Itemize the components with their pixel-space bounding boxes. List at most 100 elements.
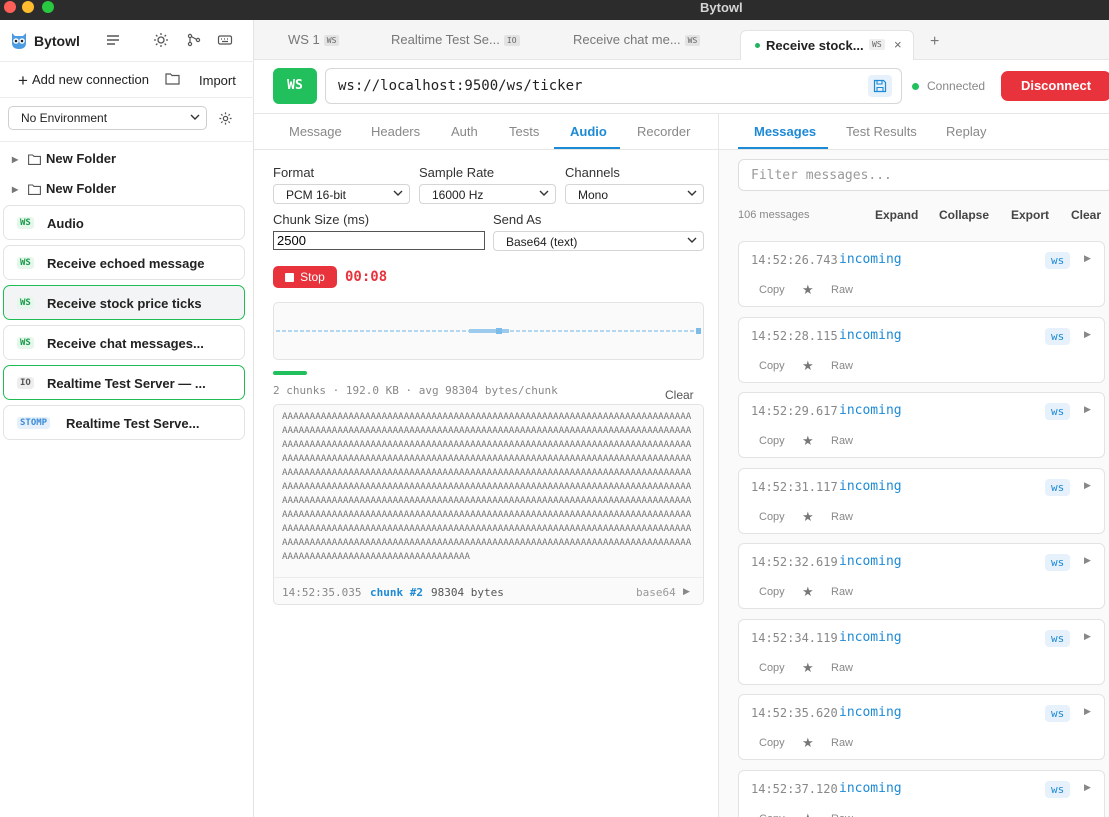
tab-test-results[interactable]: Test Results — [846, 124, 917, 139]
sample-rate-select[interactable]: 16000 Hz — [419, 184, 556, 204]
expand-button[interactable]: Expand — [875, 208, 918, 222]
expand-icon[interactable]: ▶ — [1084, 631, 1091, 642]
channels-select[interactable]: Mono — [565, 184, 704, 204]
star-icon[interactable]: ★ — [802, 660, 814, 676]
close-window-button[interactable] — [4, 1, 16, 13]
clear-messages-button[interactable]: Clear — [1071, 208, 1101, 222]
copy-button[interactable]: Copy — [759, 737, 785, 749]
list-item[interactable]: 14:52:31.117 incoming ws ▶ Copy ★ Raw — [738, 468, 1105, 534]
message-timestamp: 14:52:32.619 — [751, 555, 838, 569]
sun-icon[interactable] — [153, 32, 169, 48]
list-item[interactable]: 14:52:37.120 incoming ws ▶ Copy ★ Raw — [738, 770, 1105, 817]
gear-icon[interactable] — [218, 111, 233, 126]
sidebar-header: Bytowl — [0, 20, 254, 62]
chunk-size-input[interactable] — [273, 231, 485, 250]
connection-item-audio[interactable]: WS Audio — [3, 205, 245, 240]
audio-level-fill — [273, 371, 308, 375]
expand-icon[interactable]: ▶ — [1084, 706, 1091, 717]
copy-button[interactable]: Copy — [759, 284, 785, 296]
raw-button[interactable]: Raw — [831, 360, 853, 372]
maximize-window-button[interactable] — [42, 1, 54, 13]
new-folder-icon[interactable] — [165, 72, 180, 85]
tab-headers[interactable]: Headers — [371, 124, 420, 139]
connection-item-stock-ticks[interactable]: WS Receive stock price ticks — [3, 285, 245, 320]
raw-button[interactable]: Raw — [831, 662, 853, 674]
tab-message[interactable]: Message — [289, 124, 342, 139]
tab-receive-chat[interactable]: Receive chat me... WS — [573, 32, 701, 47]
menu-icon[interactable] — [105, 32, 121, 48]
list-item[interactable]: 14:52:28.115 incoming ws ▶ Copy ★ Raw — [738, 317, 1105, 383]
tab-realtime-test[interactable]: Realtime Test Se... IO — [391, 32, 520, 47]
expand-icon[interactable]: ▶ — [1084, 480, 1091, 491]
star-icon[interactable]: ★ — [802, 433, 814, 449]
environment-select[interactable]: No Environment — [8, 106, 207, 130]
git-branch-icon[interactable] — [186, 32, 202, 48]
raw-button[interactable]: Raw — [831, 435, 853, 447]
export-button[interactable]: Export — [1011, 208, 1049, 222]
star-icon[interactable]: ★ — [802, 811, 814, 817]
clear-chunks-button[interactable]: Clear — [665, 388, 694, 402]
messages-panel: Messages Test Results Replay 106 message… — [719, 114, 1109, 817]
expand-icon[interactable]: ▶ — [1084, 782, 1091, 793]
copy-button[interactable]: Copy — [759, 435, 785, 447]
tab-receive-stock[interactable]: Receive stock... WS × — [740, 30, 914, 60]
folder-item[interactable]: ▶ New Folder — [12, 151, 242, 173]
folder-item[interactable]: ▶ New Folder — [12, 181, 242, 203]
protocol-badge: WS — [17, 297, 34, 309]
send-as-label: Send As — [493, 212, 542, 227]
format-select[interactable]: PCM 16-bit — [273, 184, 410, 204]
list-item[interactable]: 14:52:35.620 incoming ws ▶ Copy ★ Raw — [738, 694, 1105, 760]
star-icon[interactable]: ★ — [802, 282, 814, 298]
add-connection-button[interactable]: + Add new connection — [18, 71, 149, 91]
raw-button[interactable]: Raw — [831, 813, 853, 817]
connection-item-chat[interactable]: WS Receive chat messages... — [3, 325, 245, 360]
tab-messages[interactable]: Messages — [754, 124, 816, 139]
star-icon[interactable]: ★ — [802, 735, 814, 751]
raw-button[interactable]: Raw — [831, 737, 853, 749]
protocol-selector[interactable]: WS — [273, 68, 317, 104]
connection-item-realtime-stomp[interactable]: STOMP Realtime Test Serve... — [3, 405, 245, 440]
copy-button[interactable]: Copy — [759, 586, 785, 598]
protocol-badge: WS — [17, 337, 34, 349]
stop-recording-button[interactable]: Stop — [273, 266, 337, 288]
expand-icon[interactable]: ▶ — [1084, 253, 1091, 264]
save-button[interactable] — [868, 75, 892, 97]
close-tab-icon[interactable]: × — [894, 37, 902, 52]
url-input[interactable] — [325, 68, 902, 104]
raw-button[interactable]: Raw — [831, 284, 853, 296]
import-button[interactable]: Import — [199, 73, 236, 88]
star-icon[interactable]: ★ — [802, 584, 814, 600]
tab-auth[interactable]: Auth — [451, 124, 478, 139]
minimize-window-button[interactable] — [22, 1, 34, 13]
keyboard-icon[interactable] — [217, 32, 233, 48]
copy-button[interactable]: Copy — [759, 662, 785, 674]
raw-button[interactable]: Raw — [831, 511, 853, 523]
star-icon[interactable]: ★ — [802, 358, 814, 374]
send-as-select[interactable]: Base64 (text) — [493, 231, 704, 251]
disconnect-button[interactable]: Disconnect — [1001, 71, 1109, 101]
tab-tests[interactable]: Tests — [509, 124, 539, 139]
tab-label: Receive stock... — [766, 38, 864, 53]
copy-button[interactable]: Copy — [759, 813, 785, 817]
tab-replay[interactable]: Replay — [946, 124, 986, 139]
add-tab-button[interactable]: + — [930, 33, 939, 51]
play-icon[interactable]: ▶ — [683, 586, 690, 597]
copy-button[interactable]: Copy — [759, 360, 785, 372]
expand-icon[interactable]: ▶ — [1084, 404, 1091, 415]
tab-audio[interactable]: Audio — [570, 124, 607, 139]
collapse-button[interactable]: Collapse — [939, 208, 989, 222]
connection-item-echo[interactable]: WS Receive echoed message — [3, 245, 245, 280]
raw-button[interactable]: Raw — [831, 586, 853, 598]
star-icon[interactable]: ★ — [802, 509, 814, 525]
copy-button[interactable]: Copy — [759, 511, 785, 523]
tab-ws-1[interactable]: WS 1 WS — [288, 32, 340, 47]
list-item[interactable]: 14:52:34.119 incoming ws ▶ Copy ★ Raw — [738, 619, 1105, 685]
connection-item-realtime-io[interactable]: IO Realtime Test Server — ... — [3, 365, 245, 400]
list-item[interactable]: 14:52:26.743 incoming ws ▶ Copy ★ Raw — [738, 241, 1105, 307]
list-item[interactable]: 14:52:29.617 incoming ws ▶ Copy ★ Raw — [738, 392, 1105, 458]
list-item[interactable]: 14:52:32.619 incoming ws ▶ Copy ★ Raw — [738, 543, 1105, 609]
expand-icon[interactable]: ▶ — [1084, 329, 1091, 340]
filter-messages-input[interactable] — [738, 159, 1109, 191]
expand-icon[interactable]: ▶ — [1084, 555, 1091, 566]
tab-recorder[interactable]: Recorder — [637, 124, 690, 139]
